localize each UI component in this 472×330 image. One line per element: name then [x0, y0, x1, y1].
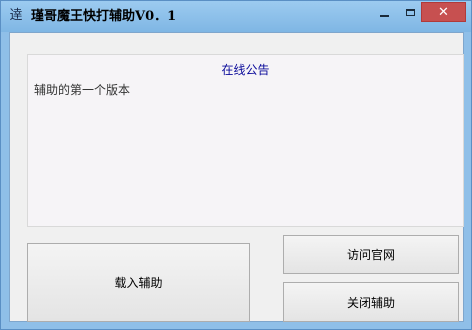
close-button[interactable]: ✕	[421, 2, 466, 22]
notice-body: 辅助的第一个版本	[34, 83, 131, 97]
window-title: 瑾哥魔王快打辅助V0．1	[31, 9, 177, 24]
client-area: 在线公告 辅助的第一个版本 载入辅助 访问官网 关闭辅助	[9, 32, 464, 322]
maximize-icon	[406, 9, 415, 16]
maximize-button[interactable]	[397, 2, 424, 23]
minimize-button[interactable]	[371, 2, 397, 23]
title-bar[interactable]: 逹 瑾哥魔王快打辅助V0．1 ✕	[1, 1, 471, 32]
visit-website-button[interactable]: 访问官网	[283, 235, 459, 274]
app-icon: 逹	[9, 8, 23, 23]
load-assist-button[interactable]: 载入辅助	[27, 243, 250, 322]
notice-title: 在线公告	[221, 63, 270, 77]
minimize-icon	[379, 14, 389, 17]
close-assist-button[interactable]: 关闭辅助	[283, 282, 459, 322]
notice-panel: 在线公告 辅助的第一个版本	[27, 54, 464, 227]
main-window: 逹 瑾哥魔王快打辅助V0．1 ✕ 在线公告 辅助的第一个版本 载入辅助 访问官网…	[0, 0, 472, 330]
close-icon: ✕	[438, 4, 449, 20]
